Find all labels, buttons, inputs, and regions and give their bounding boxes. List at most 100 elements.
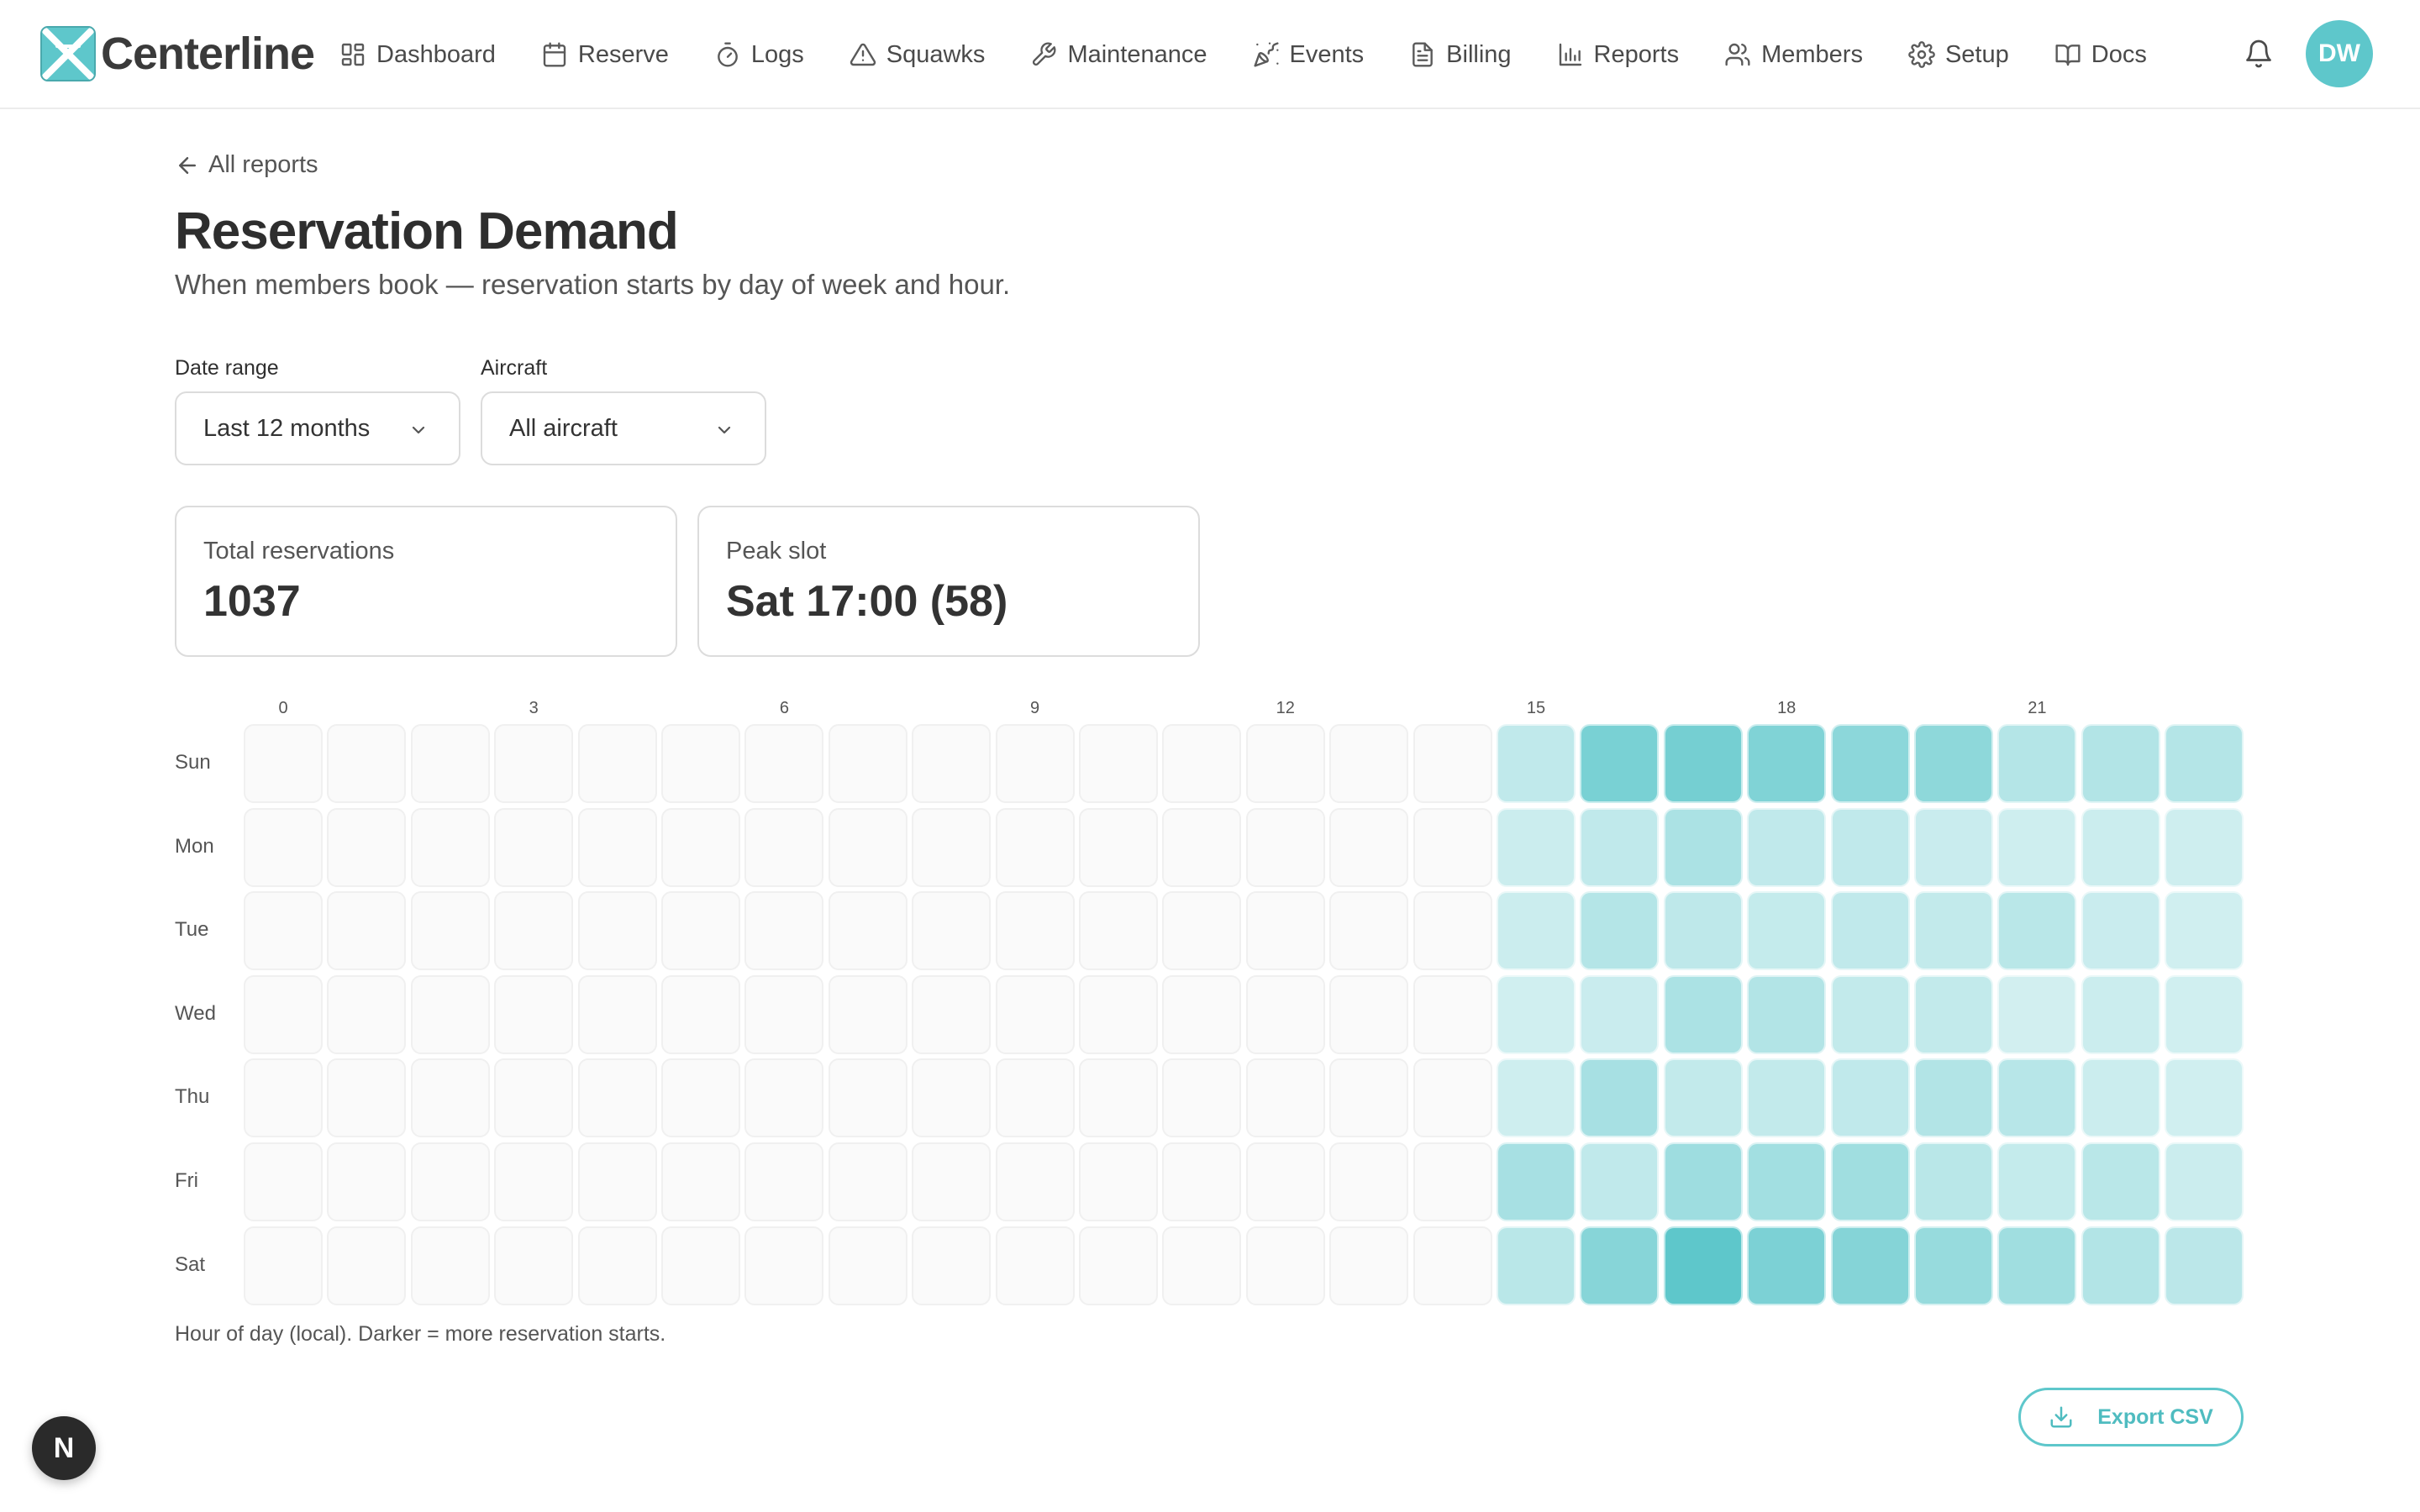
- heatmap-cell[interactable]: [1747, 807, 1827, 887]
- heatmap-cell[interactable]: [828, 724, 908, 803]
- heatmap-cell[interactable]: [1663, 1226, 1743, 1305]
- heatmap-cell[interactable]: [828, 1226, 908, 1305]
- heatmap-cell[interactable]: [410, 724, 490, 803]
- heatmap-cell[interactable]: [244, 1142, 323, 1221]
- heatmap-cell[interactable]: [244, 807, 323, 887]
- heatmap-cell[interactable]: [995, 1226, 1075, 1305]
- heatmap-cell[interactable]: [1997, 724, 2077, 803]
- heatmap-cell[interactable]: [828, 1142, 908, 1221]
- nav-billing[interactable]: Billing: [1409, 25, 1512, 84]
- heatmap-cell[interactable]: [1747, 1142, 1827, 1221]
- heatmap-cell[interactable]: [1329, 1058, 1409, 1138]
- nav-dashboard[interactable]: Dashboard: [339, 25, 496, 84]
- heatmap-cell[interactable]: [1162, 1058, 1242, 1138]
- heatmap-cell[interactable]: [327, 974, 407, 1054]
- heatmap-cell[interactable]: [1830, 1142, 1910, 1221]
- nav-events[interactable]: Events: [1253, 25, 1364, 84]
- heatmap-cell[interactable]: [1497, 724, 1576, 803]
- heatmap-cell[interactable]: [2165, 974, 2244, 1054]
- heatmap-cell[interactable]: [912, 974, 992, 1054]
- heatmap-cell[interactable]: [1079, 1142, 1158, 1221]
- heatmap-cell[interactable]: [1747, 974, 1827, 1054]
- heatmap-cell[interactable]: [2081, 1226, 2160, 1305]
- heatmap-cell[interactable]: [577, 1142, 657, 1221]
- heatmap-cell[interactable]: [2165, 1142, 2244, 1221]
- heatmap-cell[interactable]: [494, 724, 574, 803]
- heatmap-cell[interactable]: [1079, 1058, 1158, 1138]
- heatmap-cell[interactable]: [577, 974, 657, 1054]
- heatmap-cell[interactable]: [1914, 1142, 1993, 1221]
- heatmap-cell[interactable]: [244, 1058, 323, 1138]
- nav-reserve[interactable]: Reserve: [541, 25, 669, 84]
- heatmap-cell[interactable]: [1162, 724, 1242, 803]
- heatmap-cell[interactable]: [1997, 1226, 2077, 1305]
- heatmap-cell[interactable]: [327, 1226, 407, 1305]
- heatmap-cell[interactable]: [1413, 807, 1492, 887]
- heatmap-cell[interactable]: [494, 1142, 574, 1221]
- heatmap-cell[interactable]: [1329, 891, 1409, 971]
- heatmap-cell[interactable]: [828, 807, 908, 887]
- heatmap-cell[interactable]: [1830, 807, 1910, 887]
- heatmap-cell[interactable]: [1914, 1226, 1993, 1305]
- heatmap-cell[interactable]: [1162, 974, 1242, 1054]
- heatmap-cell[interactable]: [1580, 974, 1660, 1054]
- heatmap-cell[interactable]: [1914, 807, 1993, 887]
- heatmap-cell[interactable]: [744, 974, 824, 1054]
- heatmap-cell[interactable]: [494, 1226, 574, 1305]
- heatmap-cell[interactable]: [1079, 891, 1158, 971]
- heatmap-cell[interactable]: [1162, 807, 1242, 887]
- heatmap-cell[interactable]: [744, 807, 824, 887]
- heatmap-cell[interactable]: [1245, 1142, 1325, 1221]
- heatmap-cell[interactable]: [995, 891, 1075, 971]
- heatmap-cell[interactable]: [1580, 1142, 1660, 1221]
- nav-logs[interactable]: Logs: [714, 25, 804, 84]
- heatmap-cell[interactable]: [1245, 807, 1325, 887]
- heatmap-cell[interactable]: [1663, 974, 1743, 1054]
- heatmap-cell[interactable]: [1997, 891, 2077, 971]
- heatmap-cell[interactable]: [327, 724, 407, 803]
- heatmap-cell[interactable]: [1997, 807, 2077, 887]
- heatmap-cell[interactable]: [1663, 724, 1743, 803]
- heatmap-cell[interactable]: [410, 1226, 490, 1305]
- heatmap-cell[interactable]: [2081, 891, 2160, 971]
- heatmap-cell[interactable]: [1663, 1142, 1743, 1221]
- heatmap-cell[interactable]: [661, 1226, 740, 1305]
- heatmap-cell[interactable]: [2081, 1058, 2160, 1138]
- heatmap-cell[interactable]: [1747, 1058, 1827, 1138]
- heatmap-cell[interactable]: [2081, 807, 2160, 887]
- heatmap-cell[interactable]: [410, 807, 490, 887]
- heatmap-cell[interactable]: [2081, 974, 2160, 1054]
- heatmap-cell[interactable]: [1914, 1058, 1993, 1138]
- heatmap-cell[interactable]: [1914, 724, 1993, 803]
- heatmap-cell[interactable]: [1162, 1226, 1242, 1305]
- heatmap-cell[interactable]: [1413, 974, 1492, 1054]
- heatmap-cell[interactable]: [410, 891, 490, 971]
- heatmap-cell[interactable]: [577, 1058, 657, 1138]
- heatmap-cell[interactable]: [244, 724, 323, 803]
- heatmap-cell[interactable]: [828, 1058, 908, 1138]
- heatmap-cell[interactable]: [2165, 1058, 2244, 1138]
- avatar[interactable]: DW: [2306, 20, 2373, 87]
- heatmap-cell[interactable]: [1329, 1142, 1409, 1221]
- heatmap-cell[interactable]: [1580, 724, 1660, 803]
- heatmap-cell[interactable]: [2165, 807, 2244, 887]
- heatmap-cell[interactable]: [661, 807, 740, 887]
- date-range-select[interactable]: Last 12 months: [175, 391, 460, 465]
- heatmap-cell[interactable]: [327, 1142, 407, 1221]
- heatmap-cell[interactable]: [744, 1226, 824, 1305]
- heatmap-cell[interactable]: [1580, 891, 1660, 971]
- heatmap-cell[interactable]: [1245, 974, 1325, 1054]
- heatmap-cell[interactable]: [577, 807, 657, 887]
- heatmap-cell[interactable]: [744, 1142, 824, 1221]
- heatmap-cell[interactable]: [661, 1058, 740, 1138]
- heatmap-cell[interactable]: [410, 1058, 490, 1138]
- heatmap-cell[interactable]: [912, 807, 992, 887]
- export-csv-button[interactable]: Export CSV: [2018, 1388, 2244, 1446]
- heatmap-cell[interactable]: [1497, 1142, 1576, 1221]
- heatmap-cell[interactable]: [744, 724, 824, 803]
- heatmap-cell[interactable]: [1914, 891, 1993, 971]
- heatmap-cell[interactable]: [744, 1058, 824, 1138]
- heatmap-cell[interactable]: [1997, 974, 2077, 1054]
- heatmap-cell[interactable]: [1413, 1058, 1492, 1138]
- heatmap-cell[interactable]: [1997, 1142, 2077, 1221]
